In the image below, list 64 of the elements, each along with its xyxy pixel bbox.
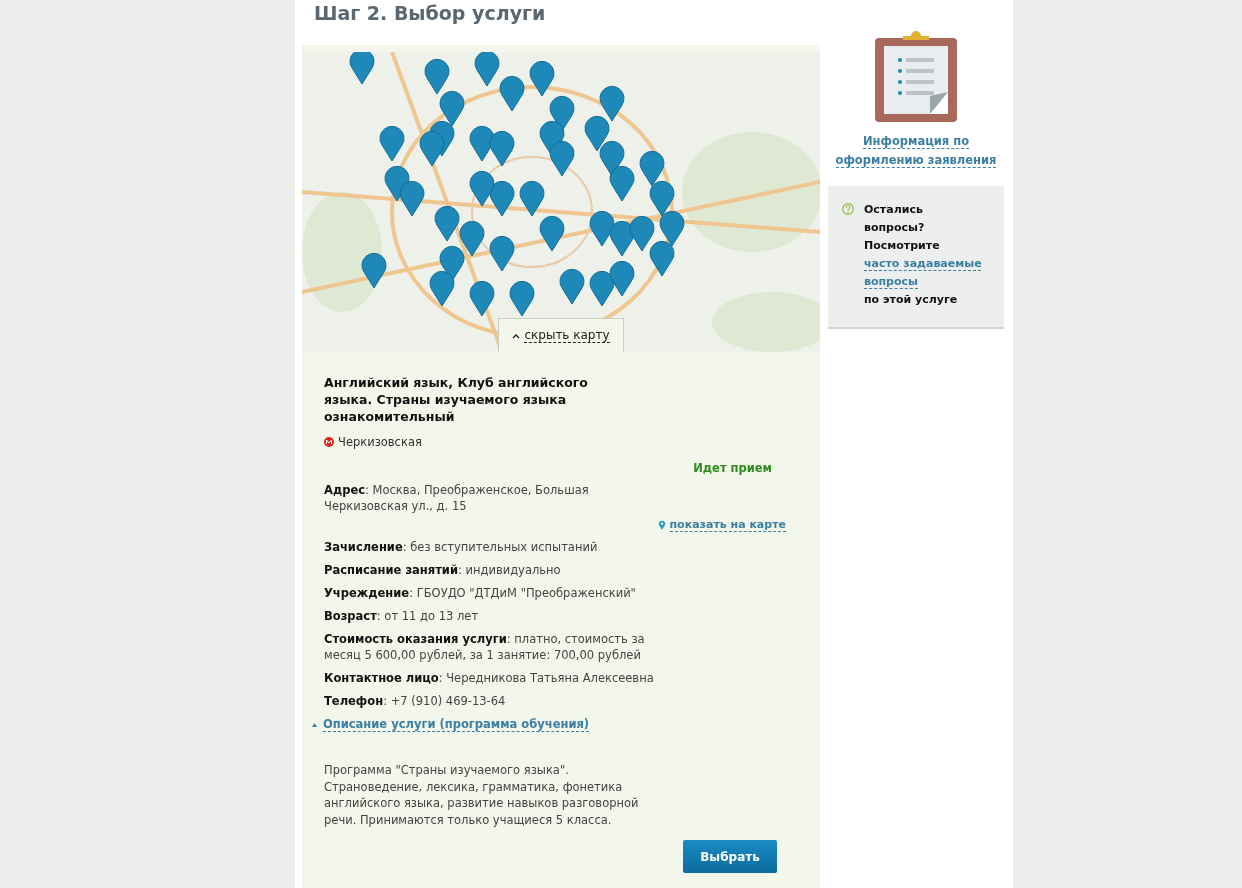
show-on-map-link[interactable]: показать на карте bbox=[657, 518, 786, 532]
description-toggle[interactable]: Описание услуги (программа обучения) bbox=[312, 717, 786, 732]
map-pin-icon[interactable] bbox=[639, 150, 665, 187]
map-pin-icon[interactable] bbox=[434, 205, 460, 242]
service-detail: Учреждение: ГБОУДО "ДТДиМ "Преображенский" bbox=[324, 585, 637, 601]
hide-map-button[interactable]: скрыть карту bbox=[498, 318, 624, 352]
clipboard-icon bbox=[875, 30, 957, 122]
map-pin-icon[interactable] bbox=[459, 220, 485, 257]
map-pin-icon[interactable] bbox=[439, 90, 465, 127]
map[interactable]: скрыть карту bbox=[302, 52, 820, 352]
map-pin-icon[interactable] bbox=[629, 215, 655, 252]
question-icon bbox=[842, 203, 854, 215]
map-pin-icon[interactable] bbox=[399, 180, 425, 217]
map-pin-icon[interactable] bbox=[424, 58, 450, 95]
map-pin-icon[interactable] bbox=[609, 260, 635, 297]
metro-icon bbox=[324, 437, 334, 447]
service-detail: Адрес: Москва, Преображенское, Большая Черкизовская ул., д. 15 bbox=[324, 482, 590, 514]
map-pin-icon[interactable] bbox=[529, 60, 555, 97]
service-detail: Стоимость оказания услуги: платно, стоимость за месяц 5 600,00 рублей, за 1 занятие: 700,00 рублей bbox=[324, 631, 646, 663]
service-detail: Контактное лицо: Чередникова Татьяна Алексеевна bbox=[324, 670, 655, 686]
map-pin-icon[interactable] bbox=[559, 268, 585, 305]
map-pin-icon[interactable] bbox=[489, 180, 515, 217]
map-pin-icon[interactable] bbox=[349, 52, 375, 85]
triangle-up-icon bbox=[312, 722, 317, 727]
service-detail: Расписание занятий: индивидуально bbox=[324, 562, 562, 578]
faq-link[interactable]: часто задаваемые вопросы bbox=[864, 255, 984, 291]
step-title: Шаг 2. Выбор услуги bbox=[313, 1, 547, 26]
map-pin-icon[interactable] bbox=[499, 75, 525, 112]
map-pin-icon[interactable] bbox=[649, 180, 675, 217]
map-pin-icon[interactable] bbox=[469, 125, 495, 162]
map-pin-icon[interactable] bbox=[469, 280, 495, 317]
map-pin-icon[interactable] bbox=[549, 140, 575, 177]
map-pin-icon[interactable] bbox=[379, 125, 405, 162]
service-detail: Возраст: от 11 до 13 лет bbox=[324, 608, 480, 624]
map-pin-icon[interactable] bbox=[589, 270, 615, 307]
map-pin-icon[interactable] bbox=[361, 252, 387, 289]
map-pin-icon[interactable] bbox=[609, 165, 635, 202]
service-detail: Зачисление: без вступительных испытаний bbox=[324, 539, 599, 555]
location-pin-icon bbox=[657, 520, 666, 530]
service-title: Английский язык, Клуб английского языка. Страны изучаемого языка ознакомительный bbox=[324, 374, 589, 425]
map-pin-icon[interactable] bbox=[609, 220, 635, 257]
map-pin-icon[interactable] bbox=[584, 115, 610, 152]
chevron-up-icon bbox=[512, 332, 521, 339]
help-text: Остались вопросы? Посмотрите часто задаваемые вопросы по этой услуге bbox=[864, 202, 984, 308]
map-pin-icon[interactable] bbox=[519, 180, 545, 217]
service-detail: Телефон: +7 (910) 469-13-64 bbox=[324, 693, 507, 709]
map-pin-icon[interactable] bbox=[589, 210, 615, 247]
select-button[interactable]: Выбрать bbox=[683, 840, 777, 873]
map-pin-icon[interactable] bbox=[599, 85, 625, 122]
map-pin-icon[interactable] bbox=[659, 210, 685, 247]
metro-station: Черкизовская bbox=[338, 435, 422, 449]
map-pin-icon[interactable] bbox=[539, 215, 565, 252]
map-pin-icon[interactable] bbox=[469, 170, 495, 207]
map-pin-icon[interactable] bbox=[509, 280, 535, 317]
map-pin-icon[interactable] bbox=[474, 52, 500, 87]
map-pin-icon[interactable] bbox=[419, 130, 445, 167]
service-description: Программа "Страны изучаемого языка". Страноведение, лексика, грамматика, фонетика английского языка, развитие навыков разговорной речи. Принимаются только учащиеся 5 класса. bbox=[324, 762, 640, 828]
status-label: Идет прием bbox=[693, 461, 772, 475]
map-pin-icon[interactable] bbox=[429, 270, 455, 307]
map-pin-icon[interactable] bbox=[649, 240, 675, 277]
map-pin-icon[interactable] bbox=[489, 235, 515, 272]
map-pin-icon[interactable] bbox=[489, 130, 515, 167]
application-info-link[interactable]: Информация по оформлению заявления bbox=[828, 132, 1004, 170]
map-pin-icon[interactable] bbox=[384, 165, 410, 202]
